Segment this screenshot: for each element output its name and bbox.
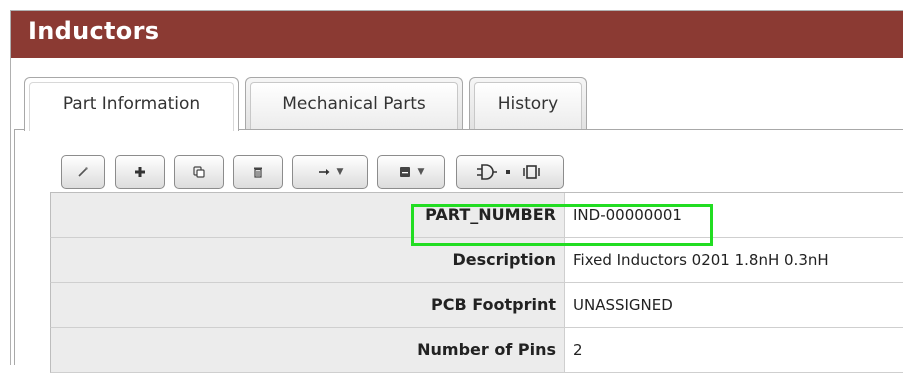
save-icon — [399, 167, 410, 177]
tab-mechanical-parts[interactable]: Mechanical Parts — [245, 77, 463, 129]
field-value[interactable]: UNASSIGNED — [565, 283, 903, 327]
table-row: Number of Pins 2 — [50, 328, 903, 373]
copy-icon — [193, 166, 205, 178]
tab-history[interactable]: History — [469, 77, 587, 129]
table-row: Description Fixed Inductors 0201 1.8nH 0… — [50, 238, 903, 283]
field-value[interactable]: Fixed Inductors 0201 1.8nH 0.3nH — [565, 238, 903, 282]
field-value[interactable]: 2 — [565, 328, 903, 372]
page-title: Inductors — [28, 17, 160, 45]
part-properties-grid: PART_NUMBER IND-00000001 Description Fix… — [50, 192, 903, 373]
field-value[interactable]: IND-00000001 — [565, 193, 903, 237]
copy-button[interactable] — [174, 155, 224, 189]
title-bar: Inductors — [11, 11, 903, 58]
pencil-icon — [78, 167, 88, 177]
field-label: Description — [51, 238, 565, 282]
chevron-down-icon: ▼ — [336, 167, 344, 177]
table-row: PART_NUMBER IND-00000001 — [50, 193, 903, 238]
add-button[interactable] — [115, 155, 165, 189]
save-dropdown-button[interactable]: ▼ — [377, 155, 445, 189]
tab-part-information[interactable]: Part Information — [24, 77, 239, 131]
field-label: Number of Pins — [51, 328, 565, 372]
arrow-right-icon — [318, 169, 330, 175]
edit-button[interactable] — [61, 155, 105, 189]
trash-icon — [254, 167, 262, 178]
field-label: PCB Footprint — [51, 283, 565, 327]
delete-button[interactable] — [233, 155, 283, 189]
tab-label: History — [497, 94, 559, 114]
table-row: PCB Footprint UNASSIGNED — [50, 283, 903, 328]
tab-panel-left-border — [14, 129, 15, 365]
field-label: PART_NUMBER — [51, 193, 565, 237]
symbol-footprint-button[interactable] — [456, 155, 564, 189]
plus-icon — [135, 167, 145, 177]
symbol-footprint-icon — [477, 164, 540, 180]
tab-label: Mechanical Parts — [282, 94, 426, 114]
move-dropdown-button[interactable]: ▼ — [292, 155, 368, 189]
tab-label: Part Information — [62, 94, 201, 114]
chevron-down-icon: ▼ — [417, 167, 425, 177]
